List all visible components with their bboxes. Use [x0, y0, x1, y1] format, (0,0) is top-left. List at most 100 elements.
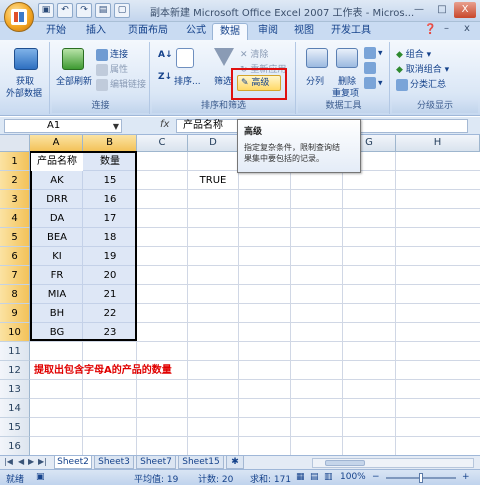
tab-data[interactable]: 数据	[212, 23, 248, 40]
insert-sheet-icon[interactable]: ✱	[226, 456, 244, 469]
sheet-tab-sheet15[interactable]: Sheet15	[178, 456, 224, 469]
cell-a3[interactable]: DRR	[32, 190, 82, 209]
fx-icon[interactable]: fx	[160, 119, 169, 130]
connections-button[interactable]: 连接	[96, 47, 128, 61]
close-button[interactable]: X	[454, 2, 476, 18]
cell-b10[interactable]: 23	[84, 323, 136, 342]
cell-b6[interactable]: 19	[84, 247, 136, 266]
data-validation-icon[interactable]: ▾	[364, 47, 383, 59]
row-header-3[interactable]: 3	[0, 190, 30, 209]
zoom-level[interactable]: 100%	[340, 472, 366, 482]
save-icon[interactable]: ▣	[38, 3, 54, 18]
row-header-16[interactable]: 16	[0, 437, 30, 455]
print-preview-icon[interactable]: ▤	[95, 3, 111, 18]
row-header-7[interactable]: 7	[0, 266, 30, 285]
cell-a10[interactable]: BG	[32, 323, 82, 342]
zoom-slider-thumb[interactable]	[419, 473, 423, 483]
page-layout-view-icon[interactable]: ▤	[310, 472, 319, 482]
sort-button[interactable]: 排序...	[174, 74, 201, 87]
page-break-view-icon[interactable]: ▥	[324, 472, 333, 482]
scroll-thumb[interactable]	[325, 460, 365, 466]
get-external-label2[interactable]: 外部数据	[6, 86, 42, 99]
zoom-out-button[interactable]: −	[372, 472, 380, 482]
name-box[interactable]: A1 ▼	[4, 119, 122, 133]
worksheet-grid[interactable]: ABCDEFGH 12345678910111213141516 产品名称数量A…	[0, 135, 480, 455]
row-header-6[interactable]: 6	[0, 247, 30, 266]
tab-view[interactable]: 视图	[288, 23, 320, 40]
sheet-tab-sheet2[interactable]: Sheet2	[54, 456, 92, 469]
advanced-button[interactable]: ✎ 高级	[237, 75, 281, 91]
sort-za-icon[interactable]: Z↓	[158, 72, 172, 82]
cell-b7[interactable]: 20	[84, 266, 136, 285]
row-header-10[interactable]: 10	[0, 323, 30, 342]
tab-formulas[interactable]: 公式	[180, 23, 212, 40]
tab-review[interactable]: 审阅	[252, 23, 284, 40]
clear-button[interactable]: ✕ 清除	[240, 47, 268, 60]
row-header-4[interactable]: 4	[0, 209, 30, 228]
tab-home[interactable]: 开始	[40, 23, 72, 40]
first-sheet-icon[interactable]: |◀	[4, 457, 13, 466]
next-sheet-icon[interactable]: ▶	[28, 457, 34, 466]
cell-b4[interactable]: 17	[84, 209, 136, 228]
sheet-tab-sheet7[interactable]: Sheet7	[136, 456, 176, 469]
consolidate-icon[interactable]	[364, 62, 378, 74]
properties-button[interactable]: 属性	[96, 62, 128, 76]
tab-insert[interactable]: 插入	[80, 23, 112, 40]
undo-icon[interactable]: ↶	[57, 3, 73, 18]
cell-b9[interactable]: 22	[84, 304, 136, 323]
refresh-all-button[interactable]: 全部刷新	[56, 74, 92, 87]
cell-a2[interactable]: AK	[32, 171, 82, 190]
column-header-b[interactable]: B	[83, 135, 137, 152]
cell-b3[interactable]: 16	[84, 190, 136, 209]
ungroup-button[interactable]: ◆ 取消组合 ▾	[396, 62, 449, 75]
last-sheet-icon[interactable]: ▶|	[38, 457, 47, 466]
cell-d2[interactable]: TRUE	[188, 171, 238, 190]
row-header-9[interactable]: 9	[0, 304, 30, 323]
row-header-12[interactable]: 12	[0, 361, 30, 380]
column-header-d[interactable]: D	[188, 135, 239, 152]
row-header-5[interactable]: 5	[0, 228, 30, 247]
row-header-11[interactable]: 11	[0, 342, 30, 361]
zoom-in-button[interactable]: +	[462, 472, 470, 482]
prev-sheet-icon[interactable]: ◀	[18, 457, 24, 466]
column-header-c[interactable]: C	[137, 135, 188, 152]
cell-a8[interactable]: MIA	[32, 285, 82, 304]
cell-a9[interactable]: BH	[32, 304, 82, 323]
sheet-tab-sheet3[interactable]: Sheet3	[94, 456, 134, 469]
column-header-h[interactable]: H	[396, 135, 480, 152]
filter-button[interactable]: 筛选	[214, 74, 232, 87]
normal-view-icon[interactable]: ▦	[296, 472, 305, 482]
horizontal-scrollbar[interactable]	[312, 458, 474, 468]
row-header-14[interactable]: 14	[0, 399, 30, 418]
cell-b5[interactable]: 18	[84, 228, 136, 247]
row-header-13[interactable]: 13	[0, 380, 30, 399]
cell-a4[interactable]: DA	[32, 209, 82, 228]
tab-page-layout[interactable]: 页面布局	[120, 23, 176, 40]
edit-links-button[interactable]: 编辑链接	[96, 77, 146, 91]
row-header-8[interactable]: 8	[0, 285, 30, 304]
office-button[interactable]	[4, 2, 34, 32]
row-header-15[interactable]: 15	[0, 418, 30, 437]
cell-b8[interactable]: 21	[84, 285, 136, 304]
group-button[interactable]: ◆ 组合 ▾	[396, 47, 431, 60]
help-icon[interactable]: ❓	[424, 24, 436, 35]
redo-icon[interactable]: ↷	[76, 3, 92, 18]
tab-developer[interactable]: 开发工具	[326, 23, 376, 40]
cell-b2[interactable]: 15	[84, 171, 136, 190]
ribbon-close-icon[interactable]: x	[464, 23, 470, 34]
what-if-icon[interactable]: ▾	[364, 77, 383, 89]
minimize-button[interactable]: —	[408, 2, 430, 18]
cell-a7[interactable]: FR	[32, 266, 82, 285]
column-header-a[interactable]: A	[30, 135, 83, 152]
row-header-1[interactable]: 1	[0, 152, 30, 171]
cell-a1[interactable]: 产品名称	[32, 152, 82, 171]
chevron-down-icon[interactable]: ▼	[113, 121, 119, 133]
ribbon-minimize-icon[interactable]: –	[444, 23, 449, 34]
subtotal-button[interactable]: 分类汇总	[396, 77, 446, 91]
cell-a6[interactable]: KI	[32, 247, 82, 266]
cell-b1[interactable]: 数量	[84, 152, 136, 171]
macro-record-icon[interactable]: ▣	[36, 472, 45, 482]
sort-az-icon[interactable]: A↓	[158, 50, 173, 60]
select-all-corner[interactable]	[0, 135, 30, 152]
row-header-2[interactable]: 2	[0, 171, 30, 190]
